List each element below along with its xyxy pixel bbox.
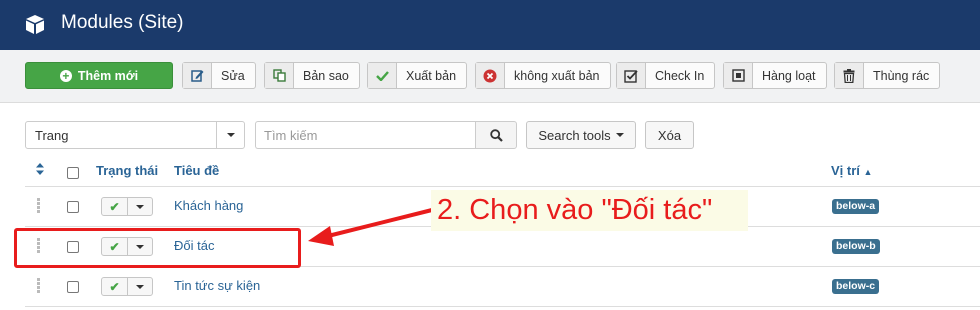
annotation-label: 2. Chọn vào "Đối tác" [431, 190, 748, 231]
new-button[interactable]: + Thêm mới [25, 62, 173, 89]
cube-icon [26, 15, 44, 34]
status-toggle[interactable]: ✔ [101, 277, 153, 296]
column-status[interactable]: Trạng thái [96, 163, 158, 178]
arrow-icon [308, 208, 433, 246]
copy-icon [265, 63, 294, 88]
caret-down-icon [615, 133, 624, 137]
row-checkbox[interactable] [67, 201, 79, 213]
page-title: Modules (Site) [61, 12, 184, 33]
search-button[interactable] [475, 121, 517, 149]
new-button-label: Thêm mới [77, 68, 139, 83]
module-title-link[interactable]: Khách hàng [174, 198, 243, 213]
published-check-icon[interactable]: ✔ [102, 278, 128, 295]
table-header: Trạng thái Tiêu đề Vị trí ▲ [25, 153, 980, 187]
row-checkbox[interactable] [67, 281, 79, 293]
drag-handle-icon[interactable] [37, 278, 41, 294]
sort-icon[interactable] [36, 163, 44, 175]
edit-icon [183, 63, 212, 88]
position-badge: below-a [832, 199, 880, 214]
copy-button[interactable]: Bản sao [264, 62, 360, 89]
column-title[interactable]: Tiêu đề [174, 163, 219, 178]
module-title-link[interactable]: Tin tức sự kiện [174, 278, 260, 293]
search-icon [489, 128, 503, 142]
trash-icon [835, 63, 864, 88]
batch-button[interactable]: Hàng loạt [723, 62, 827, 89]
trash-button[interactable]: Thùng rác [834, 62, 941, 89]
page-header: Modules (Site) [0, 0, 980, 50]
search-tools-button[interactable]: Search tools [526, 121, 636, 149]
unpublish-button[interactable]: không xuất bản [475, 62, 611, 89]
highlight-box [14, 228, 301, 268]
toolbar: + Thêm mới Sửa Bản sao Xuất bản không xu… [0, 50, 980, 103]
search-input[interactable] [255, 121, 475, 149]
plus-icon: + [59, 69, 72, 82]
position-badge: below-c [832, 279, 880, 294]
position-badge: below-b [832, 239, 880, 254]
edit-button[interactable]: Sửa [182, 62, 256, 89]
table-row[interactable]: ✔ Tin tức sự kiện below-c [25, 267, 980, 307]
clear-button[interactable]: Xóa [645, 121, 694, 149]
drag-handle-icon[interactable] [37, 198, 41, 214]
chevron-down-icon[interactable] [128, 198, 152, 215]
published-check-icon[interactable]: ✔ [102, 198, 128, 215]
chevron-down-icon [216, 122, 244, 148]
publish-button[interactable]: Xuất bản [367, 62, 468, 89]
filter-bar: Trang Search tools Xóa [0, 103, 980, 153]
checkin-button[interactable]: Check In [616, 62, 716, 89]
chevron-down-icon[interactable] [128, 278, 152, 295]
status-toggle[interactable]: ✔ [101, 197, 153, 216]
check-icon [368, 63, 397, 88]
select-all-checkbox[interactable] [67, 167, 79, 179]
unpublish-icon [476, 63, 505, 88]
checkbox-icon [617, 63, 646, 88]
batch-icon [724, 63, 753, 88]
column-position[interactable]: Vị trí ▲ [831, 163, 872, 178]
client-select[interactable]: Trang [25, 121, 245, 149]
sort-asc-icon: ▲ [863, 167, 873, 177]
